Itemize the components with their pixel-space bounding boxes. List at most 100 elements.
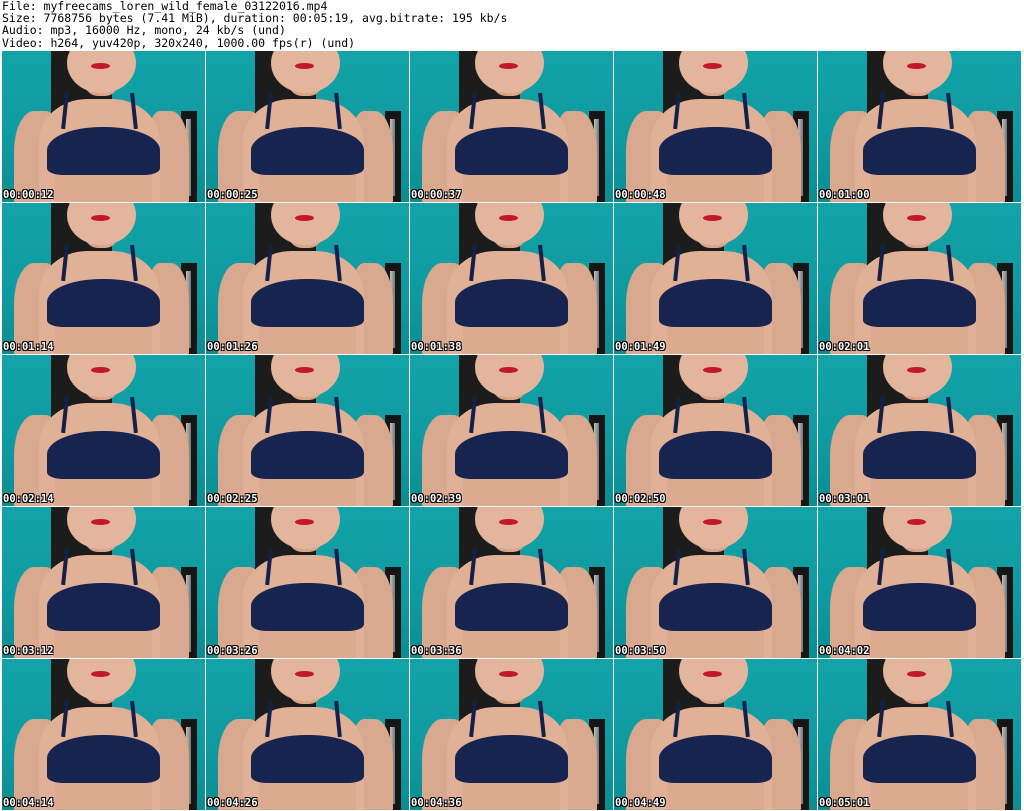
thumbnail-figure-part [250,734,365,783]
thumbnail-figure-part [91,215,110,222]
thumbnail-figure-part [462,782,561,810]
thumbnail-figure-part [46,126,161,175]
thumbnail-figure-part [462,326,561,354]
video-thumbnail: 00:03:36 [410,507,613,658]
thumbnail-figure-part [258,478,357,506]
thumbnail-figure-part [295,215,314,222]
video-thumbnail: 00:00:12 [2,51,205,202]
thumbnail-figure-part [295,63,314,70]
video-thumbnail: 00:03:26 [206,507,409,658]
thumbnail-figure-part [703,671,722,678]
thumbnail-timestamp: 00:01:49 [615,341,666,353]
thumbnail-figure-part [46,278,161,327]
thumbnail-figure-part [703,367,722,374]
thumbnail-figure-part [666,326,765,354]
thumbnail-figure-part [258,174,357,202]
thumbnail-figure-part [258,782,357,810]
thumbnail-figure-part [870,326,969,354]
thumbnail-figure-part [703,63,722,70]
thumbnail-timestamp: 00:02:39 [411,493,462,505]
thumbnail-figure-part [862,278,977,327]
thumbnail-figure-part [907,367,926,374]
thumbnail-figure-part [907,671,926,678]
thumbnail-timestamp: 00:00:48 [615,189,666,201]
thumbnail-figure-part [454,734,569,783]
video-thumbnail: 00:01:14 [2,203,205,354]
thumbnail-timestamp: 00:04:14 [3,797,54,809]
thumbnail-timestamp: 00:00:25 [207,189,258,201]
thumbnail-figure-part [499,519,518,526]
thumbnail-figure-part [666,174,765,202]
video-thumbnail: 00:05:01 [818,659,1021,810]
thumbnail-figure-part [454,430,569,479]
video-thumbnail: 00:04:26 [206,659,409,810]
thumbnail-figure-part [54,630,153,658]
video-thumbnail: 00:00:48 [614,51,817,202]
thumbnail-timestamp: 00:03:36 [411,645,462,657]
thumbnail-figure-part [907,215,926,222]
thumbnail-figure-part [862,430,977,479]
thumbnail-figure-part [499,215,518,222]
thumbnail-timestamp: 00:04:26 [207,797,258,809]
thumbnail-figure-part [91,63,110,70]
thumbnail-figure-part [54,478,153,506]
thumbnail-figure-part [666,630,765,658]
thumbnail-figure-part [870,174,969,202]
video-thumbnail: 00:02:50 [614,355,817,506]
video-thumbnail: 00:00:25 [206,51,409,202]
audio-info-line: Audio: mp3, 16000 Hz, mono, 24 kb/s (und… [2,23,286,38]
thumbnail-timestamp: 00:02:01 [819,341,870,353]
thumbnail-figure-part [54,174,153,202]
video-thumbnail: 00:04:02 [818,507,1021,658]
video-thumbnail: 00:03:01 [818,355,1021,506]
thumbnail-figure-part [91,519,110,526]
thumbnail-figure-part [862,734,977,783]
thumbnail-figure-part [862,126,977,175]
video-thumbnail: 00:02:14 [2,355,205,506]
thumbnail-timestamp: 00:01:14 [3,341,54,353]
thumbnail-figure-part [907,519,926,526]
video-thumbnail: 00:02:39 [410,355,613,506]
thumbnail-figure-part [658,126,773,175]
thumbnail-figure-part [658,430,773,479]
thumbnail-timestamp: 00:05:01 [819,797,870,809]
thumbnail-timestamp: 00:02:14 [3,493,54,505]
thumbnail-timestamp: 00:03:26 [207,645,258,657]
thumbnail-figure-part [462,630,561,658]
video-thumbnail: 00:04:49 [614,659,817,810]
thumbnail-timestamp: 00:04:49 [615,797,666,809]
thumbnail-timestamp: 00:01:00 [819,189,870,201]
thumbnail-figure-part [295,367,314,374]
thumbnail-grid: 00:00:12 00:00:25 00:00:37 00:00:48 00:01:00… [2,51,1022,811]
thumbnail-figure-part [46,734,161,783]
thumbnail-timestamp: 00:01:26 [207,341,258,353]
thumbnail-figure-part [454,126,569,175]
thumbnail-figure-part [258,326,357,354]
video-thumbnail: 00:01:38 [410,203,613,354]
thumbnail-timestamp: 00:00:12 [3,189,54,201]
thumbnail-figure-part [91,367,110,374]
thumbnail-figure-part [258,630,357,658]
thumbnail-figure-part [46,582,161,631]
video-thumbnail: 00:00:37 [410,51,613,202]
thumbnail-figure-part [666,782,765,810]
video-thumbnail: 00:03:50 [614,507,817,658]
thumbnail-timestamp: 00:02:50 [615,493,666,505]
thumbnail-figure-part [454,582,569,631]
video-thumbnail: 00:04:14 [2,659,205,810]
video-info-line: Video: h264, yuv420p, 320x240, 1000.00 f… [2,35,356,50]
thumbnail-figure-part [658,734,773,783]
thumbnail-timestamp: 00:01:38 [411,341,462,353]
thumbnail-timestamp: 00:03:50 [615,645,666,657]
video-thumbnail: 00:02:25 [206,355,409,506]
thumbnail-timestamp: 00:03:12 [3,645,54,657]
thumbnail-timestamp: 00:00:37 [411,189,462,201]
thumbnail-figure-part [54,326,153,354]
thumbnail-figure-part [454,278,569,327]
thumbnail-figure-part [703,215,722,222]
thumbnail-timestamp: 00:02:25 [207,493,258,505]
thumbnail-figure-part [295,671,314,678]
video-thumbnail: 00:02:01 [818,203,1021,354]
thumbnail-figure-part [666,478,765,506]
thumbnail-figure-part [658,278,773,327]
